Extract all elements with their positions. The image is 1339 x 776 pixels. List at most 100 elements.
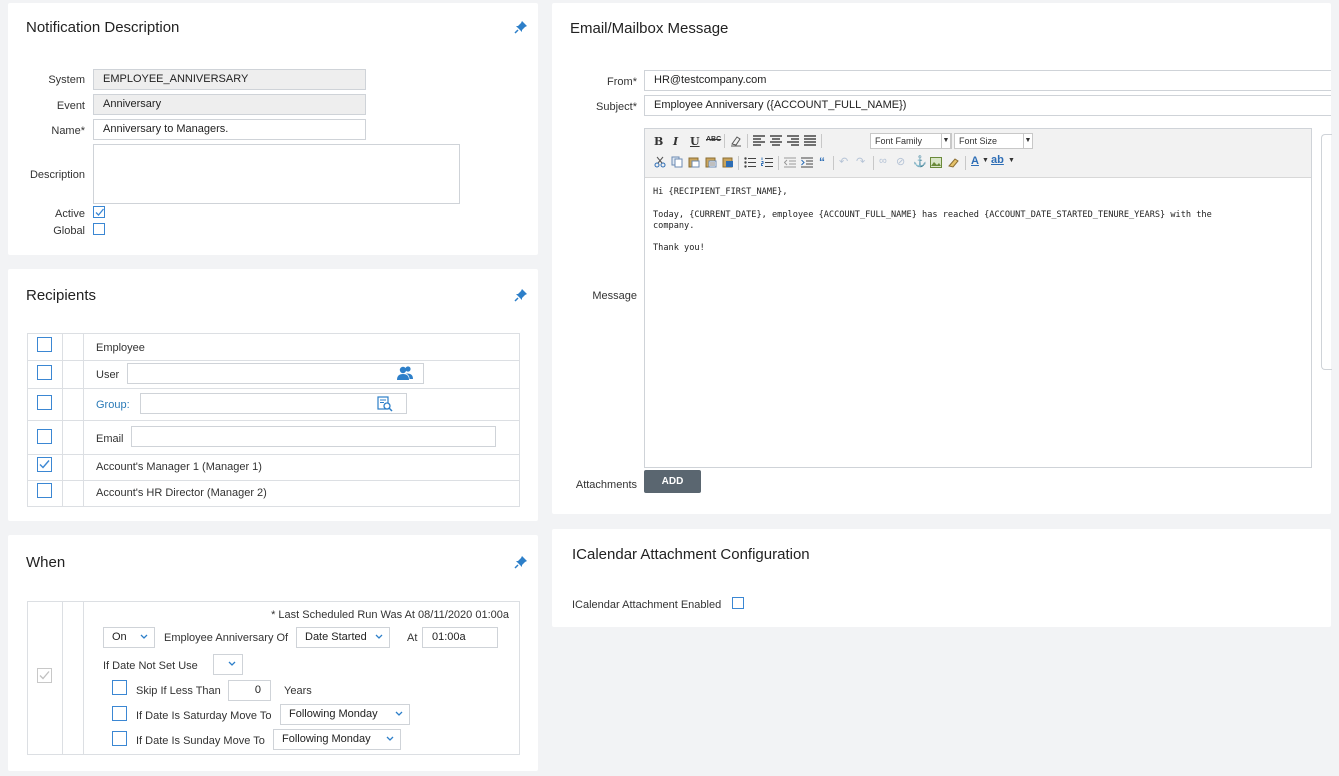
text-color-icon[interactable]: A	[971, 155, 979, 167]
indent-icon[interactable]	[801, 157, 813, 168]
skip-checkbox[interactable]	[112, 680, 127, 695]
chevron-down-icon	[140, 634, 148, 639]
active-checkbox[interactable]	[93, 206, 105, 218]
subject-input[interactable]: Employee Anniversary ({ACCOUNT_FULL_NAME…	[644, 95, 1331, 116]
chevron-down-icon[interactable]: ▼	[982, 157, 989, 164]
email-panel: Email/Mailbox Message From* HR@testcompa…	[552, 3, 1332, 514]
editor-toolbar: B I U ABC Font Family ▼ Font Size ▼ “ ↶ …	[645, 129, 1311, 178]
numbered-list-icon[interactable]	[761, 157, 773, 168]
group-search-icon[interactable]	[377, 396, 393, 412]
on-select[interactable]: On	[103, 627, 155, 648]
sunday-select[interactable]: Following Monday	[273, 729, 401, 750]
message-line: Thank you!	[653, 243, 705, 253]
paste-word-icon[interactable]	[722, 156, 734, 168]
eraser-icon[interactable]	[730, 135, 742, 147]
group-checkbox[interactable]	[37, 395, 52, 410]
table-row: User	[28, 360, 519, 389]
cleanup-icon[interactable]	[947, 156, 960, 168]
underline-icon[interactable]: U	[690, 135, 700, 148]
time-input[interactable]: 01:00a	[422, 627, 498, 648]
chevron-down-icon[interactable]: ▼	[941, 133, 951, 149]
align-justify-icon[interactable]	[804, 135, 816, 146]
anniversary-of-label: Employee Anniversary Of	[164, 632, 289, 644]
recipient-label: Email	[96, 433, 124, 445]
pin-icon[interactable]	[513, 287, 529, 303]
align-left-icon[interactable]	[753, 135, 765, 146]
sunday-checkbox[interactable]	[112, 731, 127, 746]
chevron-down-icon[interactable]: ▼	[1008, 157, 1015, 164]
user-lookup-icon[interactable]	[396, 365, 414, 381]
redo-icon[interactable]: ↷	[856, 155, 865, 168]
global-checkbox[interactable]	[93, 223, 105, 235]
pin-icon[interactable]	[513, 19, 529, 35]
employee-checkbox[interactable]	[37, 337, 52, 352]
manager1-checkbox[interactable]	[37, 457, 52, 472]
from-input[interactable]: HR@testcompany.com	[644, 70, 1331, 91]
when-panel: When * Last Scheduled Run Was At 08/11/2…	[8, 535, 538, 771]
chevron-down-icon	[386, 736, 394, 741]
chevron-down-icon[interactable]: ▼	[1023, 133, 1033, 149]
active-label: Active	[55, 208, 85, 220]
date-field-value: Date Started	[305, 631, 367, 643]
sunday-value: Following Monday	[282, 733, 371, 745]
notification-description-panel: Notification Description System EMPLOYEE…	[8, 3, 538, 255]
background-color-icon[interactable]: ab	[991, 154, 1004, 166]
align-right-icon[interactable]	[787, 135, 799, 146]
panel-title: Email/Mailbox Message	[570, 20, 729, 37]
panel-title: When	[26, 554, 66, 571]
email-checkbox[interactable]	[37, 429, 52, 444]
pin-icon[interactable]	[513, 554, 529, 570]
bold-icon[interactable]: B	[654, 135, 663, 148]
paste-text-icon[interactable]	[705, 156, 717, 168]
align-center-icon[interactable]	[770, 135, 782, 146]
panel-title: Notification Description	[26, 19, 180, 36]
manager2-checkbox[interactable]	[37, 483, 52, 498]
if-not-set-select[interactable]	[213, 654, 243, 675]
link-icon[interactable]: ∞	[879, 155, 887, 167]
attachments-label: Attachments	[575, 479, 637, 491]
group-input[interactable]	[140, 393, 407, 414]
saturday-value: Following Monday	[289, 708, 378, 720]
when-table: * Last Scheduled Run Was At 08/11/2020 0…	[27, 601, 520, 755]
user-checkbox[interactable]	[37, 365, 52, 380]
paste-icon[interactable]	[688, 156, 700, 168]
font-size-dropdown[interactable]: Font Size	[954, 133, 1024, 149]
saturday-select[interactable]: Following Monday	[280, 704, 410, 725]
icalendar-panel: ICalendar Attachment Configuration ICale…	[552, 529, 1331, 627]
unlink-icon[interactable]: ⊘	[896, 155, 905, 168]
copy-icon[interactable]	[671, 156, 683, 168]
recipients-panel: Recipients Employee User Group: Email Ac…	[8, 269, 538, 521]
last-run-text: * Last Scheduled Run Was At 08/11/2020 0…	[271, 609, 509, 621]
italic-icon[interactable]: I	[673, 135, 678, 148]
years-label: Years	[284, 685, 312, 697]
anchor-icon[interactable]: ⚓	[913, 155, 927, 168]
bullet-list-icon[interactable]	[744, 157, 756, 168]
description-textarea[interactable]	[93, 144, 460, 204]
message-editor[interactable]: B I U ABC Font Family ▼ Font Size ▼ “ ↶ …	[644, 128, 1312, 468]
chevron-down-icon	[395, 711, 403, 716]
cut-icon[interactable]	[654, 156, 666, 168]
user-input[interactable]	[127, 363, 424, 384]
group-link[interactable]: Group:	[96, 399, 130, 411]
font-family-dropdown[interactable]: Font Family	[870, 133, 952, 149]
message-label: Message	[592, 290, 637, 302]
saturday-label: If Date Is Saturday Move To	[136, 710, 272, 722]
email-input[interactable]	[131, 426, 496, 447]
skip-years-input[interactable]: 0	[228, 680, 271, 701]
name-label: Name*	[51, 125, 85, 137]
saturday-checkbox[interactable]	[112, 706, 127, 721]
date-field-select[interactable]: Date Started	[296, 627, 390, 648]
name-input[interactable]: Anniversary to Managers.	[93, 119, 366, 140]
strikethrough-icon[interactable]: ABC	[706, 136, 721, 143]
undo-icon[interactable]: ↶	[839, 155, 848, 168]
message-line: Hi {RECIPIENT_FIRST_NAME},	[653, 187, 788, 197]
image-icon[interactable]	[930, 157, 942, 168]
message-line: company.	[653, 221, 695, 231]
add-attachment-button[interactable]: ADD	[644, 470, 701, 493]
table-row: Account's Manager 1 (Manager 1)	[28, 454, 519, 481]
outdent-icon[interactable]	[784, 157, 796, 168]
recipient-label: Employee	[96, 342, 145, 354]
icalendar-enabled-checkbox[interactable]	[732, 597, 744, 609]
blockquote-icon[interactable]: “	[819, 155, 825, 169]
recipient-label: Account's HR Director (Manager 2)	[96, 487, 267, 499]
